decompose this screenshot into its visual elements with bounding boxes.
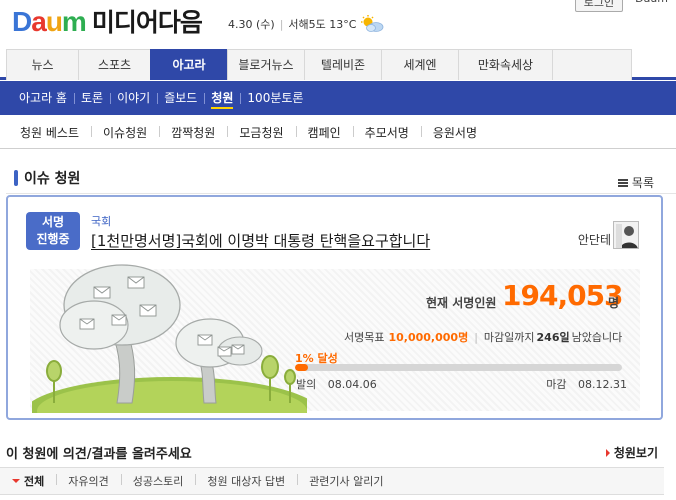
view-petition-label: 청원보기 bbox=[613, 446, 658, 460]
main-nav-world[interactable]: 세계엔 bbox=[381, 49, 459, 80]
signature-count: 194,053 bbox=[502, 279, 624, 312]
end-date: 08.12.31 bbox=[578, 378, 627, 391]
comment-tab-label: 전체 bbox=[24, 475, 45, 488]
deadline-suffix: 남았습니다 bbox=[571, 331, 623, 344]
logo-letter-a: a bbox=[31, 6, 47, 37]
sub-nav-label: 토론 bbox=[80, 91, 104, 105]
comment-tab-free-opinion[interactable]: 자유의견 bbox=[56, 473, 120, 489]
triangle-down-icon bbox=[12, 479, 20, 483]
category-issue[interactable]: 이슈청원 bbox=[91, 124, 159, 141]
logo-letter-d: D bbox=[12, 6, 32, 37]
petition-card: 서명 진행중 국회 [1천만명서명]국회에 이명박 대통령 탄핵을요구합니다 안… bbox=[6, 195, 663, 420]
main-nav: 뉴스 스포츠 아고라 블로거뉴스 텔레비존 세계엔 만화속세상 bbox=[0, 49, 676, 80]
main-nav-blogger-news[interactable]: 블로거뉴스 bbox=[227, 49, 305, 80]
start-label: 발의 bbox=[296, 378, 317, 391]
progress-bar bbox=[295, 364, 622, 371]
comment-tab-success-story[interactable]: 성공스토리 bbox=[120, 473, 196, 489]
sub-nav-label: 100분토론 bbox=[247, 91, 304, 105]
login-button[interactable]: 로그인 bbox=[574, 0, 624, 12]
list-label: 목록 bbox=[631, 176, 654, 190]
divider bbox=[6, 193, 676, 194]
logo-letter-u: u bbox=[45, 6, 63, 37]
comment-tab-related-articles[interactable]: 관련기사 알리기 bbox=[297, 473, 395, 489]
sub-nav-100min-debate[interactable]: 100분토론 bbox=[240, 90, 310, 106]
daum-logo[interactable]: Daum bbox=[12, 6, 87, 38]
start-date: 08.04.06 bbox=[327, 378, 377, 391]
status-line-2: 진행중 bbox=[36, 232, 70, 246]
site-logo[interactable]: Daum 미디어다음 bbox=[12, 6, 203, 39]
list-icon bbox=[617, 178, 628, 187]
main-nav-blank bbox=[552, 49, 632, 80]
daum-link[interactable]: Daum bbox=[635, 0, 668, 12]
main-nav-cartoon[interactable]: 만화속세상 bbox=[458, 49, 553, 80]
category-campaign[interactable]: 캠페인 bbox=[295, 124, 353, 141]
goal-value: 10,000,000명 bbox=[388, 331, 469, 344]
end-date-row: 마감 08.12.31 bbox=[546, 376, 627, 392]
separator: | bbox=[474, 330, 478, 344]
category-surprise[interactable]: 깜짝청원 bbox=[159, 124, 227, 141]
separator: | bbox=[279, 17, 284, 31]
avatar[interactable] bbox=[613, 221, 639, 249]
date-text: 4.30 (수) bbox=[228, 18, 275, 31]
section-title: 이슈 청원 bbox=[24, 171, 81, 187]
goal-label: 서명목표 bbox=[344, 331, 385, 344]
progress-fill bbox=[295, 364, 309, 371]
sun-cloud-icon bbox=[359, 15, 385, 33]
date-weather: 4.30 (수) | 서해5도 13°C bbox=[228, 15, 385, 33]
weather-text: 서해5도 13°C bbox=[288, 18, 357, 31]
status-badge: 서명 진행중 bbox=[26, 212, 80, 250]
signature-count-unit: 명 bbox=[608, 296, 620, 310]
category-best[interactable]: 청원 베스트 bbox=[20, 124, 91, 141]
main-nav-news[interactable]: 뉴스 bbox=[6, 49, 79, 80]
main-nav-agora[interactable]: 아고라 bbox=[150, 49, 228, 80]
logo-letter-m: m bbox=[61, 6, 87, 37]
arrow-right-icon bbox=[605, 448, 610, 457]
category-fundraising[interactable]: 모금청원 bbox=[227, 124, 295, 141]
sub-nav-label: 아고라 홈 bbox=[19, 91, 67, 105]
category-memorial[interactable]: 추모서명 bbox=[352, 124, 421, 141]
sub-nav-debate[interactable]: 토론 bbox=[73, 90, 110, 106]
days-left: 246일 bbox=[536, 331, 570, 344]
sub-nav-label: 청원 bbox=[211, 91, 234, 109]
deadline-prefix: 마감일까지 bbox=[483, 331, 535, 344]
status-line-1: 서명 bbox=[41, 215, 65, 229]
signature-count-label: 현재 서명인원 bbox=[426, 296, 497, 310]
section-header: 이슈 청원 bbox=[14, 168, 80, 188]
section-bar bbox=[14, 170, 18, 186]
category-support[interactable]: 응원서명 bbox=[420, 124, 489, 141]
view-petition-link[interactable]: 청원보기 bbox=[605, 444, 658, 461]
sub-nav-story[interactable]: 이야기 bbox=[110, 90, 157, 106]
comment-tab-all[interactable]: 전체 bbox=[12, 473, 56, 489]
goal-row: 서명목표 10,000,000명 | 마감일까지 246일 남았습니다 bbox=[344, 329, 622, 345]
sub-nav-agora-home[interactable]: 아고라 홈 bbox=[19, 90, 74, 106]
comment-heading: 이 청원에 의견/결과를 올려주세요 bbox=[6, 447, 192, 462]
sub-nav-label: 즐보드 bbox=[164, 91, 198, 105]
sub-nav: 아고라 홈 토론 이야기 즐보드 청원 100분토론 bbox=[0, 81, 676, 115]
sub-nav-fun-board[interactable]: 즐보드 bbox=[157, 90, 204, 106]
petition-category-nav: 청원 베스트 이슈청원 깜짝청원 모금청원 캠페인 추모서명 응원서명 bbox=[0, 115, 676, 149]
author-name[interactable]: 안단테 bbox=[578, 231, 611, 248]
petition-title[interactable]: [1천만명서명]국회에 이명박 대통령 탄핵을요구합니다 bbox=[91, 230, 430, 251]
end-label: 마감 bbox=[546, 378, 567, 391]
sub-nav-petition[interactable]: 청원 bbox=[204, 90, 240, 109]
comment-tab-target-reply[interactable]: 청원 대상자 답변 bbox=[195, 473, 297, 489]
main-nav-television[interactable]: 텔레비존 bbox=[304, 49, 382, 80]
petition-category[interactable]: 국회 bbox=[91, 213, 111, 229]
comment-tabs: 전체 자유의견 성공스토리 청원 대상자 답변 관련기사 알리기 bbox=[0, 467, 664, 495]
top-header: Daum 미디어다음 4.30 (수) | 서해5도 13°C 로그인 Daum bbox=[0, 0, 676, 44]
main-nav-sports[interactable]: 스포츠 bbox=[78, 49, 151, 80]
top-right-links: 로그인 Daum bbox=[574, 0, 668, 12]
tree-illustration bbox=[32, 264, 307, 413]
sub-nav-label: 이야기 bbox=[117, 91, 151, 105]
start-date-row: 발의 08.04.06 bbox=[296, 376, 377, 392]
site-title[interactable]: 미디어다음 bbox=[92, 7, 203, 39]
list-button[interactable]: 목록 bbox=[617, 174, 654, 191]
